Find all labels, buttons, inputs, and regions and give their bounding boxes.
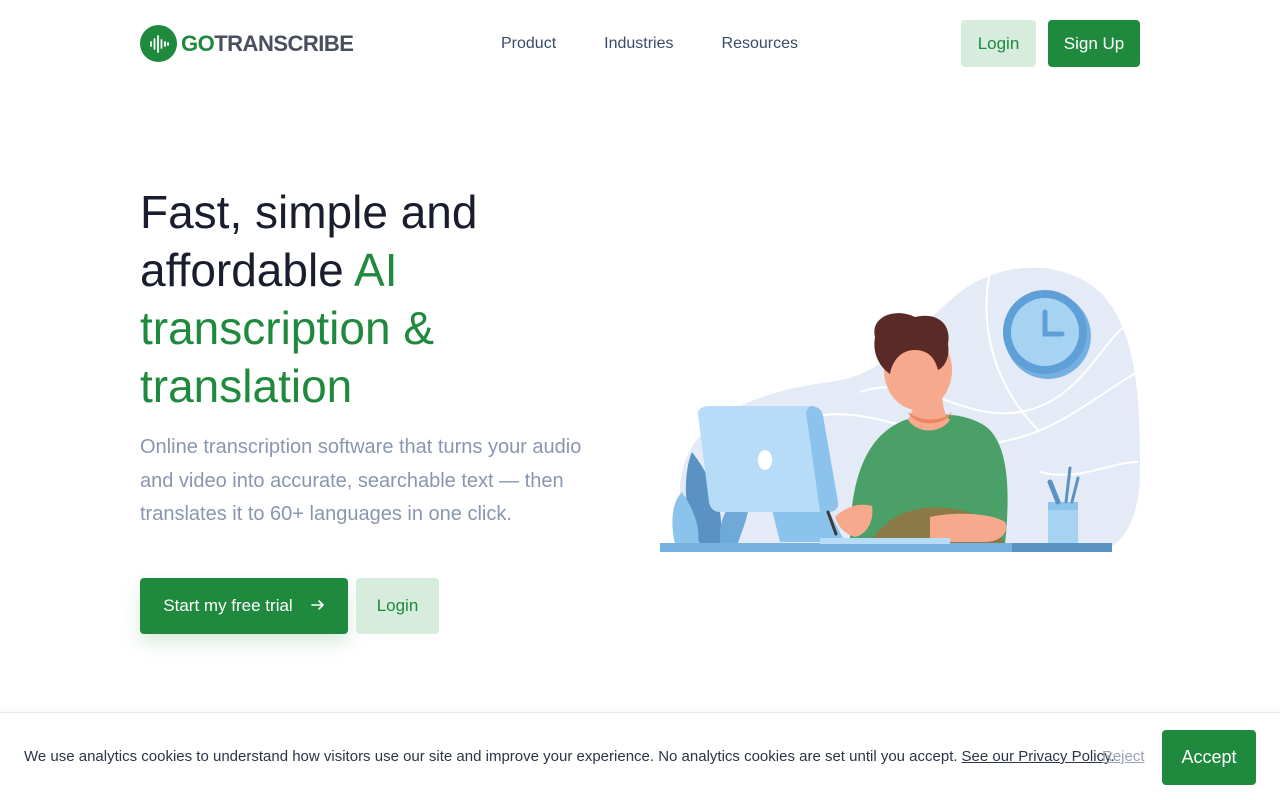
hero-illustration <box>660 262 1140 554</box>
header-signup-button[interactable]: Sign Up <box>1048 20 1140 67</box>
cookie-accept-button[interactable]: Accept <box>1162 730 1256 785</box>
privacy-policy-link[interactable]: See our Privacy Policy. <box>962 748 1115 765</box>
soundwave-icon <box>140 25 177 62</box>
cookie-text: We use analytics cookies to understand h… <box>24 748 1115 765</box>
hero-title: Fast, simple and affordable AI transcrip… <box>140 183 620 415</box>
cookie-banner: We use analytics cookies to understand h… <box>0 712 1280 800</box>
logo-wordmark-go: GO <box>181 30 215 56</box>
logo-wordmark-rest: TRANSCRIBE <box>214 30 354 56</box>
logo[interactable]: GOTRANSCRIBE <box>140 25 354 62</box>
site-header: GOTRANSCRIBE Product Industries Resource… <box>140 20 1140 67</box>
hero-title-main: Fast, simple and affordable <box>140 186 478 296</box>
header-actions: Login Sign Up <box>961 20 1140 67</box>
nav-item-resources[interactable]: Resources <box>722 35 798 53</box>
hero-login-button[interactable]: Login <box>356 578 439 634</box>
start-free-trial-label: Start my free trial <box>163 596 293 615</box>
desk-illustration <box>660 543 1012 552</box>
cookie-message: We use analytics cookies to understand h… <box>24 748 958 765</box>
nav-item-product[interactable]: Product <box>501 35 556 53</box>
hero-cta-row: Start my free trial Login <box>140 578 439 634</box>
hero-subtitle: Online transcription software that turns… <box>140 436 582 525</box>
nav-item-industries[interactable]: Industries <box>604 35 673 53</box>
logo-wordmark: GOTRANSCRIBE <box>181 30 354 57</box>
cookie-reject-button[interactable]: Reject <box>1102 748 1145 765</box>
start-free-trial-button[interactable]: Start my free trial <box>140 578 348 634</box>
header-login-button[interactable]: Login <box>961 20 1036 67</box>
arrow-right-icon <box>310 598 325 615</box>
main-nav: Product Industries Resources <box>501 20 798 67</box>
